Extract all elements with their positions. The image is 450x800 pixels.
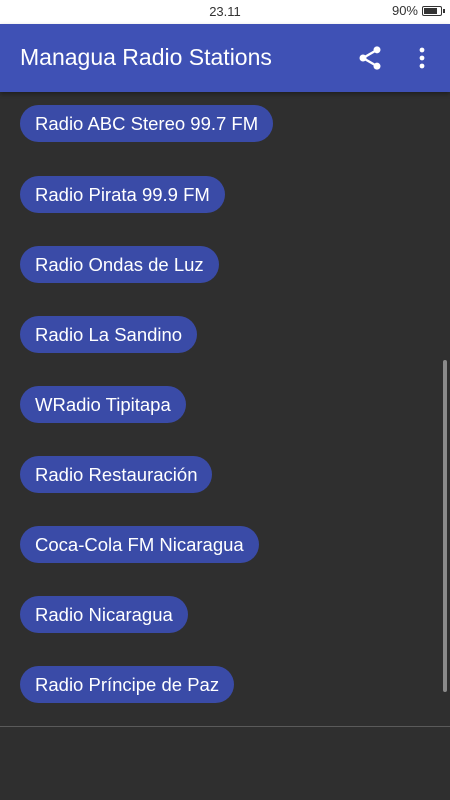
station-button[interactable]: Radio Ondas de Luz xyxy=(20,246,219,283)
status-battery-group: 90% xyxy=(391,3,445,18)
bottom-area xyxy=(0,727,450,800)
status-time: 23.11 xyxy=(209,4,241,19)
battery-percent: 90% xyxy=(391,3,418,18)
share-icon xyxy=(359,46,381,70)
station-button[interactable]: Radio Nicaragua xyxy=(20,596,188,633)
app-bar: Managua Radio Stations xyxy=(0,24,450,92)
battery-level-fill xyxy=(424,7,437,14)
status-bar: 23.11 90% xyxy=(0,0,450,24)
station-button[interactable]: WRadio Tipitapa xyxy=(20,386,186,423)
station-button[interactable]: Radio Príncipe de Paz xyxy=(20,666,235,703)
app-title: Managua Radio Stations xyxy=(20,44,272,70)
station-list[interactable]: Radio ABC Stereo 99.7 FM Radio Pirata 99… xyxy=(0,92,450,725)
station-button[interactable]: Radio La Sandino xyxy=(20,316,198,353)
station-button[interactable]: Coca-Cola FM Nicaragua xyxy=(20,526,259,563)
station-button[interactable]: Radio Restauración xyxy=(20,456,213,493)
station-button[interactable]: Radio Pirata 99.9 FM xyxy=(20,176,225,213)
scrollbar[interactable] xyxy=(443,360,447,692)
station-button[interactable]: Radio ABC Stereo 99.7 FM xyxy=(20,105,274,142)
more-vert-icon xyxy=(419,47,425,69)
share-button[interactable] xyxy=(356,44,384,72)
battery-icon xyxy=(422,5,445,16)
overflow-menu-button[interactable] xyxy=(410,44,434,72)
